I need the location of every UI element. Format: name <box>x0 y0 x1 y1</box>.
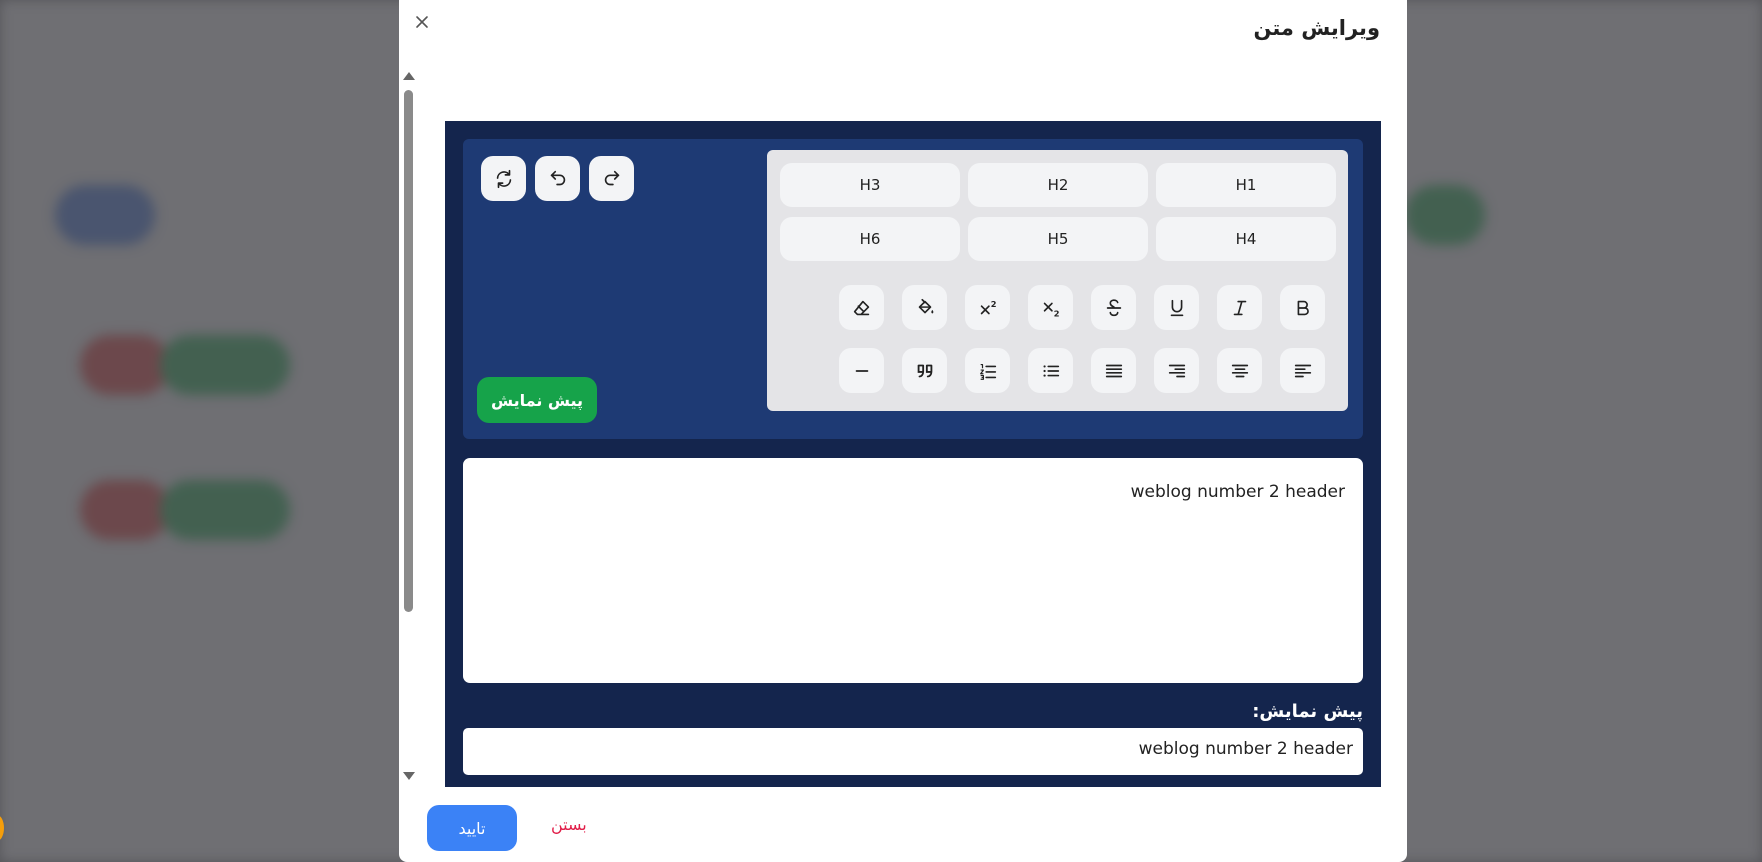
redo-icon[interactable] <box>589 156 634 201</box>
editor-content: weblog number 2 header <box>1130 482 1345 502</box>
h3-label: H3 <box>859 176 881 194</box>
bold-icon[interactable] <box>1280 285 1325 330</box>
undo-icon[interactable] <box>535 156 580 201</box>
h6-button[interactable]: H6 <box>780 217 960 261</box>
text-editor: H1 H2 H3 H4 H5 H6 2 2 پیش نمایش weblog n… <box>445 121 1381 787</box>
h4-button[interactable]: H4 <box>1156 217 1336 261</box>
h2-button[interactable]: H2 <box>968 163 1148 207</box>
align-left-icon[interactable] <box>1280 348 1325 393</box>
refresh-icon[interactable] <box>481 156 526 201</box>
scroll-down-arrow[interactable] <box>403 772 415 780</box>
preview-button[interactable]: پیش نمایش <box>477 377 597 423</box>
h6-label: H6 <box>859 230 881 248</box>
modal-title: ویرایش متن <box>1253 16 1380 40</box>
h5-button[interactable]: H5 <box>968 217 1148 261</box>
preview-label: پیش نمایش: <box>1252 701 1363 722</box>
close-button[interactable]: بستن <box>551 815 587 834</box>
eraser-icon[interactable] <box>839 285 884 330</box>
svg-text:2: 2 <box>1053 308 1059 318</box>
edit-text-modal: ویرایش متن H1 H2 H3 H4 H5 H6 2 2 پیش نما… <box>399 0 1407 862</box>
underline-icon[interactable] <box>1154 285 1199 330</box>
horizontal-rule-icon[interactable] <box>839 348 884 393</box>
subscript-icon[interactable]: 2 <box>1028 285 1073 330</box>
preview-box: weblog number 2 header <box>463 728 1363 775</box>
preview-content: weblog number 2 header <box>1138 739 1353 759</box>
editor-toolbar: H1 H2 H3 H4 H5 H6 2 2 پیش نمایش <box>463 139 1363 439</box>
scroll-up-arrow[interactable] <box>403 72 415 80</box>
quote-icon[interactable] <box>902 348 947 393</box>
align-center-icon[interactable] <box>1217 348 1262 393</box>
h1-button[interactable]: H1 <box>1156 163 1336 207</box>
superscript-icon[interactable]: 2 <box>965 285 1010 330</box>
strikethrough-icon[interactable] <box>1091 285 1136 330</box>
svg-text:2: 2 <box>990 299 996 309</box>
fill-color-icon[interactable] <box>902 285 947 330</box>
numbered-list-icon[interactable] <box>965 348 1010 393</box>
bullet-list-icon[interactable] <box>1028 348 1073 393</box>
align-right-icon[interactable] <box>1154 348 1199 393</box>
confirm-button[interactable]: تایید <box>427 805 517 851</box>
h5-label: H5 <box>1047 230 1069 248</box>
h1-label: H1 <box>1235 176 1257 194</box>
h4-label: H4 <box>1235 230 1257 248</box>
editor-textarea[interactable]: weblog number 2 header <box>463 458 1363 683</box>
align-justify-icon[interactable] <box>1091 348 1136 393</box>
scrollbar-thumb[interactable] <box>404 90 413 612</box>
h3-button[interactable]: H3 <box>780 163 960 207</box>
italic-icon[interactable] <box>1217 285 1262 330</box>
close-icon[interactable] <box>411 11 433 33</box>
format-panel: H1 H2 H3 H4 H5 H6 2 2 <box>767 150 1348 411</box>
h2-label: H2 <box>1047 176 1069 194</box>
